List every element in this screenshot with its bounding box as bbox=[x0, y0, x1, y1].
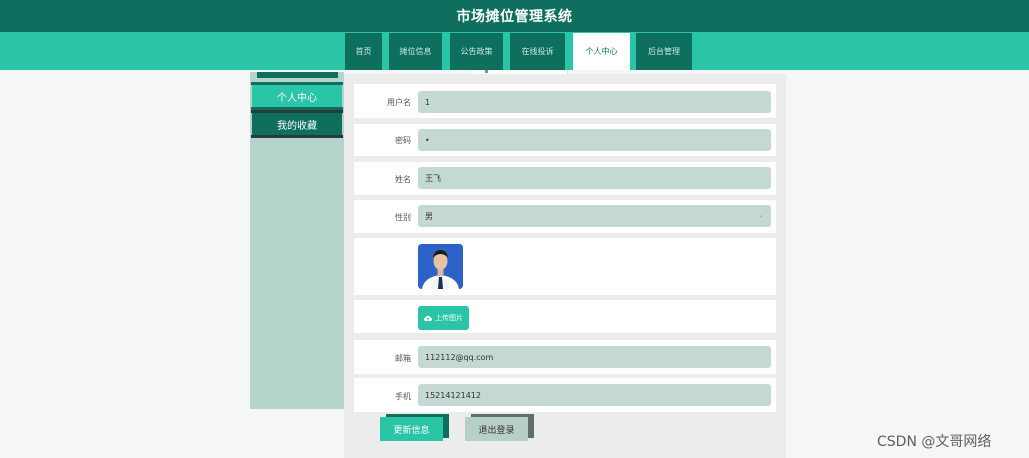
sidebar-cap bbox=[257, 72, 338, 78]
phone-input[interactable]: 15214121412 bbox=[418, 384, 771, 406]
name-label: 姓名 bbox=[395, 175, 411, 184]
nav-item-complaints[interactable]: 在线投诉 bbox=[510, 33, 565, 70]
nav-item-stalls[interactable]: 摊位信息 bbox=[389, 33, 442, 70]
nav-item-profile[interactable]: 个人中心 bbox=[573, 33, 630, 70]
sidebar-item-label: 我的收藏 bbox=[277, 120, 317, 132]
update-button-wrap: 更新信息 bbox=[380, 414, 450, 443]
email-input[interactable]: 112112@qq.com bbox=[418, 346, 771, 368]
form-row-avatar bbox=[354, 238, 776, 295]
logout-button[interactable]: 退出登录 bbox=[465, 417, 528, 441]
sidebar: 个人中心 我的收藏 bbox=[250, 72, 344, 409]
tab-edge bbox=[251, 82, 343, 85]
avatar bbox=[418, 244, 463, 289]
nav-item-home[interactable]: 首页 bbox=[345, 33, 382, 70]
nav-item-admin[interactable]: 后台管理 bbox=[636, 33, 692, 70]
form-row-email: 邮箱 112112@qq.com bbox=[354, 340, 776, 374]
username-input[interactable]: 1 bbox=[418, 91, 771, 113]
password-label: 密码 bbox=[395, 136, 411, 145]
dropdown-dot bbox=[485, 70, 488, 73]
form-row-phone: 手机 15214121412 bbox=[354, 378, 776, 412]
update-info-button[interactable]: 更新信息 bbox=[380, 417, 443, 441]
upload-image-button[interactable]: 上传图片 bbox=[418, 306, 469, 330]
form-row-password: 密码 • bbox=[354, 124, 776, 156]
tab-edge bbox=[251, 135, 343, 138]
profile-photo-icon bbox=[418, 244, 463, 289]
chevron-down-icon: ⌄ bbox=[758, 211, 764, 219]
logout-button-wrap: 退出登录 bbox=[465, 414, 535, 443]
gender-value: 男 bbox=[425, 211, 433, 221]
phone-label: 手机 bbox=[395, 392, 411, 401]
gender-label: 性别 bbox=[395, 213, 411, 222]
form-row-upload: 上传图片 bbox=[354, 300, 776, 333]
watermark: CSDN @文哥网络 bbox=[877, 434, 992, 450]
gender-select[interactable]: 男 ⌄ bbox=[418, 205, 771, 227]
username-label: 用户名 bbox=[387, 98, 411, 107]
form-row-gender: 性别 男 ⌄ bbox=[354, 200, 776, 233]
name-input[interactable]: 王飞 bbox=[418, 167, 771, 189]
sidebar-item-favorites[interactable]: 我的收藏 bbox=[251, 110, 343, 138]
site-title: 市场摊位管理系统 bbox=[456, 9, 573, 25]
main-nav: 首页 摊位信息 公告政策 在线投诉 个人中心 后台管理 bbox=[0, 32, 1029, 70]
cloud-upload-icon bbox=[424, 315, 432, 321]
top-header: 市场摊位管理系统 bbox=[0, 0, 1029, 32]
upload-button-label: 上传图片 bbox=[435, 314, 463, 322]
sidebar-item-label: 个人中心 bbox=[277, 92, 317, 104]
password-input[interactable]: • bbox=[418, 129, 771, 151]
form-row-username: 用户名 1 bbox=[354, 84, 776, 118]
email-label: 邮箱 bbox=[395, 354, 411, 363]
tab-edge bbox=[251, 110, 343, 113]
form-row-name: 姓名 王飞 bbox=[354, 162, 776, 195]
sidebar-item-profile[interactable]: 个人中心 bbox=[251, 82, 343, 110]
nav-item-notices[interactable]: 公告政策 bbox=[450, 33, 503, 70]
